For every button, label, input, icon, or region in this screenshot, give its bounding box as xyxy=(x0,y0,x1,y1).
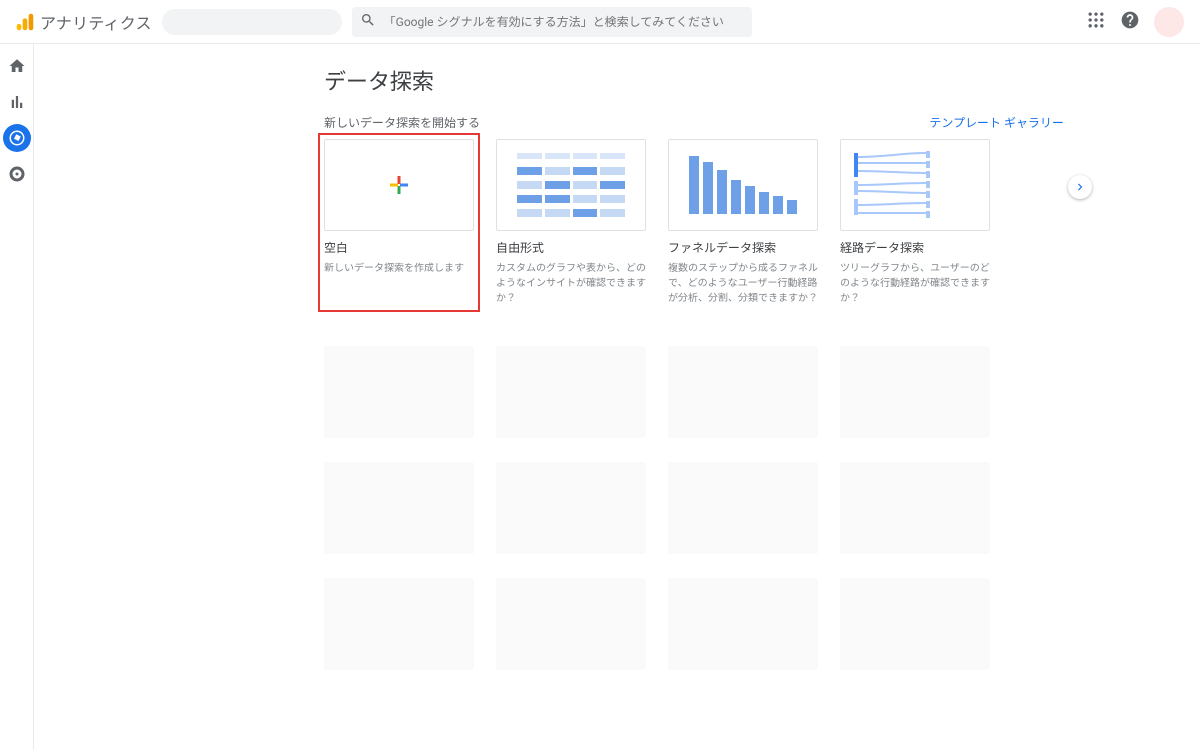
sidebar-item-advertising[interactable] xyxy=(3,160,31,188)
template-desc: 複数のステップから成るファネルで、どのようなユーザー行動経路が分析、分割、分類で… xyxy=(668,261,818,306)
plus-icon xyxy=(387,173,411,197)
account-picker[interactable] xyxy=(162,9,342,35)
template-thumb-blank xyxy=(324,139,474,231)
search-icon xyxy=(360,12,376,32)
section-label: 新しいデータ探索を開始する xyxy=(324,114,480,131)
search-input[interactable] xyxy=(384,15,744,29)
template-card-path[interactable]: 経路データ探索 ツリーグラフから、ユーザーのどのような行動経路が確認できますか？ xyxy=(840,139,990,306)
home-icon xyxy=(8,57,26,75)
sidebar-item-home[interactable] xyxy=(3,52,31,80)
template-title: ファネルデータ探索 xyxy=(668,241,818,257)
ga-logo-icon xyxy=(14,11,36,33)
user-avatar[interactable] xyxy=(1154,7,1184,37)
chevron-right-icon xyxy=(1073,180,1087,194)
template-desc: カスタムのグラフや表から、どのようなインサイトが確認できますか？ xyxy=(496,261,646,306)
template-list: 空白 新しいデータ探索を作成します 自由形式 xyxy=(324,139,1064,306)
template-thumb-freeform xyxy=(496,139,646,231)
apps-icon[interactable] xyxy=(1086,10,1106,34)
main-content: データ探索 新しいデータ探索を開始する テンプレート ギャラリー xyxy=(34,44,1200,750)
templates-next-button[interactable] xyxy=(1068,175,1092,199)
template-thumb-path xyxy=(840,139,990,231)
template-gallery-link[interactable]: テンプレート ギャラリー xyxy=(929,114,1064,131)
reports-icon xyxy=(8,93,26,111)
page-title: データ探索 xyxy=(324,64,1064,96)
template-desc: 新しいデータ探索を作成します xyxy=(324,261,474,276)
template-card-funnel[interactable]: ファネルデータ探索 複数のステップから成るファネルで、どのようなユーザー行動経路… xyxy=(668,139,818,306)
left-nav xyxy=(0,44,34,750)
template-desc: ツリーグラフから、ユーザーのどのような行動経路が確認できますか？ xyxy=(840,261,990,306)
app-title: アナリティクス xyxy=(40,10,152,34)
template-title: 空白 xyxy=(324,241,474,257)
help-icon[interactable] xyxy=(1120,10,1140,34)
explorations-list-placeholder xyxy=(324,346,1064,670)
sidebar-item-reports[interactable] xyxy=(3,88,31,116)
template-card-blank[interactable]: 空白 新しいデータ探索を作成します xyxy=(324,139,474,306)
explore-icon xyxy=(8,129,26,147)
template-card-freeform[interactable]: 自由形式 カスタムのグラフや表から、どのようなインサイトが確認できますか？ xyxy=(496,139,646,306)
search-box[interactable] xyxy=(352,7,752,37)
template-title: 自由形式 xyxy=(496,241,646,257)
app-header: アナリティクス xyxy=(0,0,1200,44)
template-thumb-funnel xyxy=(668,139,818,231)
sidebar-item-explore[interactable] xyxy=(3,124,31,152)
template-title: 経路データ探索 xyxy=(840,241,990,257)
advertising-icon xyxy=(8,165,26,183)
